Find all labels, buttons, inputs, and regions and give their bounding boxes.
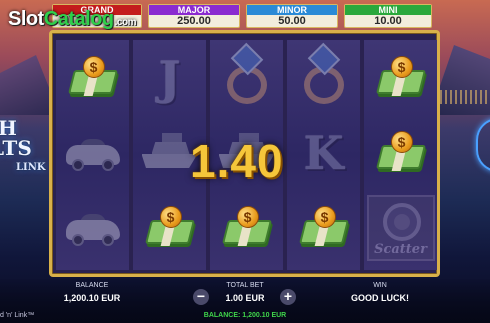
symbol-cash: $ [210,192,283,264]
jackpot-minor: MINOR 50.00 [246,4,338,28]
diamond-ring-icon [298,42,350,108]
jackpot-mini-value: 10.00 [374,15,402,27]
cash-stack-icon: $ [67,56,119,100]
symbol-ring [287,42,360,114]
game-logo: H LTS LINK [0,108,52,190]
letter-j: J [158,51,181,105]
increase-bet-button[interactable]: + [280,289,296,305]
symbol-k: K [287,117,360,189]
symbol-cash: $ [133,192,206,264]
cash-stack-icon: $ [144,206,196,250]
jackpot-minor-title: MINOR [247,5,337,15]
reel-1: $ [56,40,129,270]
balance-value: 1,200.10 EUR [63,293,121,303]
game-logo-line2: LTS [0,136,32,160]
footer-balance: BALANCE: 1,200.10 EUR [203,312,287,319]
symbol-cash: $ [364,42,437,114]
reel-5: $ $ Scatter [364,40,437,270]
watermark-main: Slot [8,8,44,30]
balance-label: BALANCE [75,282,109,289]
symbol-car [56,192,129,264]
total-bet-value: 1.00 EUR [225,293,265,303]
diamond-ring-icon [221,42,273,108]
reel-4: K $ [287,40,360,270]
watermark: SlotCatalog.com [8,8,136,31]
win-value: GOOD LUCK! [351,293,409,303]
car-icon [64,133,122,173]
watermark-accent: Catalog [43,8,114,30]
jackpot-mini: MINI 10.00 [344,4,432,28]
cash-stack-icon: $ [375,56,427,100]
symbol-cash: $ [56,42,129,114]
jackpot-mini-title: MINI [345,5,431,15]
jackpot-major-value: 250.00 [177,15,211,27]
symbol-scatter: Scatter [364,192,437,264]
win-label: WIN [373,282,387,289]
jackpot-major-title: MAJOR [149,5,239,15]
cash-stack-icon: $ [375,131,427,175]
letter-k: K [303,126,344,180]
win-amount-display: 1.40 [190,135,284,187]
safe-scatter-icon: Scatter [366,195,435,261]
symbol-cash: $ [287,192,360,264]
scatter-label: Scatter [374,242,427,257]
symbol-car [56,117,129,189]
footer-brand: d 'n' Link™ [0,312,35,319]
bottom-bar: BALANCE 1,200.10 EUR − TOTAL BET 1.00 EU… [0,279,490,323]
symbol-ring [210,42,283,114]
game-logo-line1: H [0,116,17,140]
game-logo-line3: LINK [16,162,46,173]
cash-stack-icon: $ [221,206,273,250]
total-bet-label: TOTAL BET [226,282,264,289]
symbol-cash: $ [364,117,437,189]
car-icon [64,208,122,248]
symbol-j: J [133,42,206,114]
jackpot-minor-value: 50.00 [278,15,306,27]
cash-stack-icon: $ [298,206,350,250]
jackpot-major: MAJOR 250.00 [148,4,240,28]
watermark-suffix: .com [114,17,137,28]
